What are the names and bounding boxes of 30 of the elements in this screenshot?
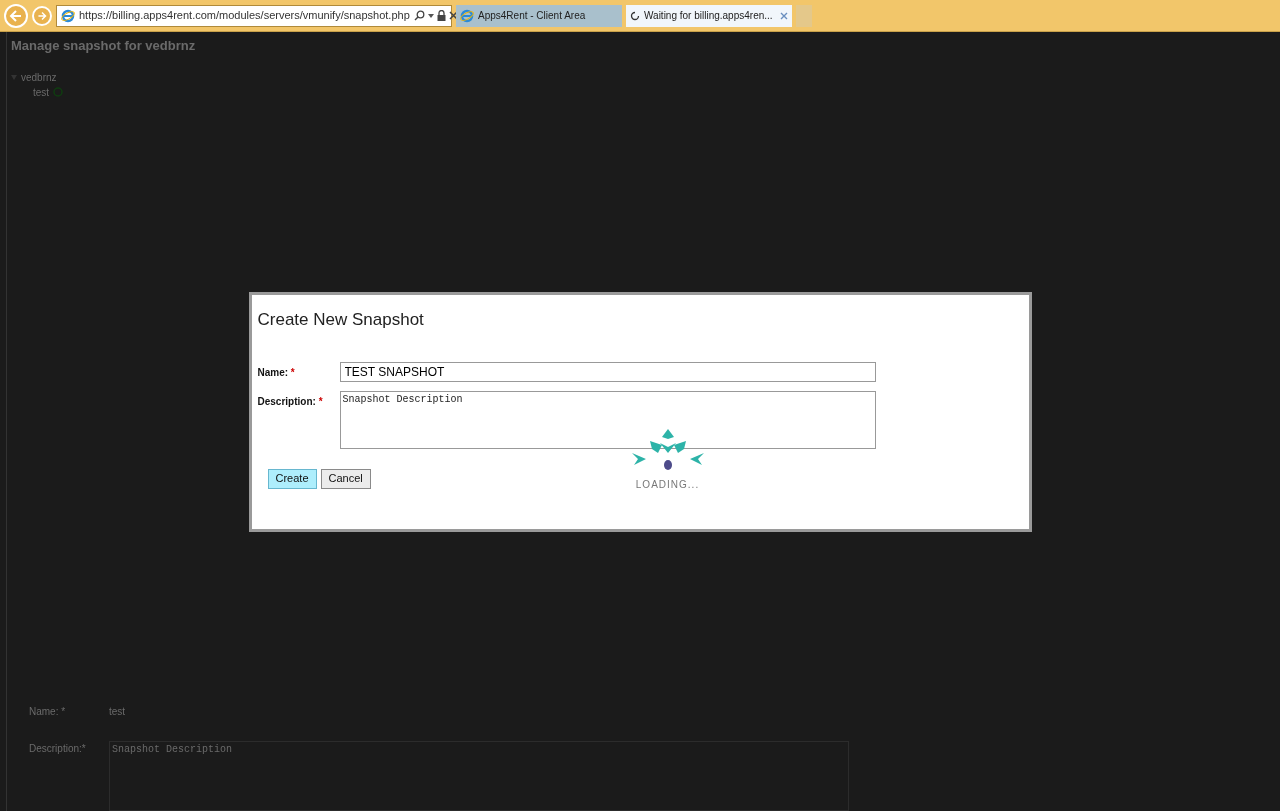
lock-icon[interactable] [436,10,446,21]
close-tab-icon[interactable] [780,11,788,20]
description-field[interactable]: Snapshot Description [339,390,876,449]
loading-spinner-icon [630,10,640,21]
back-button[interactable] [4,3,28,28]
cancel-button[interactable]: Cancel [320,468,371,489]
status-icon [53,87,64,97]
browser-logo-icon [460,8,474,23]
url-text: https://billing.apps4rent.com/modules/servers/vmunify/snapshot.php [79,8,410,24]
name-field[interactable]: TEST SNAPSHOT [339,361,876,382]
search-icon[interactable] [413,10,425,21]
page-title: Manage snapshot for vedbrnz [11,37,197,55]
browser-logo-icon [61,8,75,23]
field-label: Name: * [29,705,67,719]
forward-arrow-icon [37,10,47,21]
close-icon[interactable] [448,11,458,20]
create-button[interactable]: Create [267,468,317,489]
back-arrow-icon [9,8,23,23]
field-label: Name: * [257,365,296,380]
browser-tab[interactable]: Apps4Rent - Client Area [456,4,622,27]
field-label: Description:* [29,742,87,756]
dropdown-icon[interactable] [427,13,434,18]
browser-tab[interactable]: Waiting for billing.apps4ren... [626,4,792,27]
field-label: Description: * [257,394,324,409]
forward-button[interactable] [32,5,52,26]
required-asterisk: * [318,395,323,407]
loading-text: LOADING... [635,478,700,492]
field-value: test [109,705,126,719]
required-asterisk: * [290,366,295,378]
dialog-title: Create New Snapshot [257,309,425,331]
